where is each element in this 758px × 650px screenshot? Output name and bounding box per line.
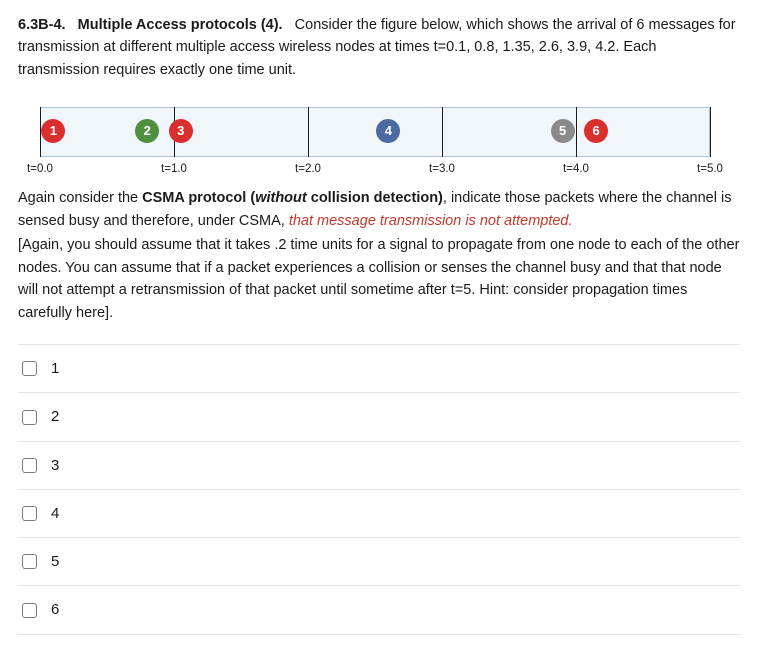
timeline-tick-label: t=5.0 [697,161,723,179]
option-label: 4 [51,502,59,525]
options-list: 1 2 3 4 5 6 [18,344,740,635]
checkbox[interactable] [22,506,37,521]
text-hint: [Again, you should assume that it takes … [18,237,739,320]
timeline-tick-label: t=1.0 [161,161,187,179]
arrival-marker-5: 5 [551,119,575,143]
text-bold: collision detection) [307,190,443,206]
timeline-tick-label: t=2.0 [295,161,321,179]
checkbox[interactable] [22,603,37,618]
arrival-marker-1: 1 [41,119,65,143]
prompt-paragraph: Again consider the CSMA protocol (withou… [18,187,740,324]
arrival-marker-6: 6 [584,119,608,143]
checkbox[interactable] [22,410,37,425]
timeline-tick-label: t=4.0 [563,161,589,179]
text: Again consider the [18,190,142,206]
option-label: 5 [51,550,59,573]
timeline-figure: t=0.0t=1.0t=2.0t=3.0t=4.0t=5.0123456 [22,107,722,157]
timeline-tick [710,107,711,157]
text-bold: CSMA protocol ( [142,190,255,206]
question-title: Multiple Access protocols (4). [78,17,283,33]
option-label: 3 [51,454,59,477]
option-label: 6 [51,598,59,621]
option-row[interactable]: 5 [18,538,740,586]
timeline-tick-label: t=3.0 [429,161,455,179]
question-header: 6.3B-4. Multiple Access protocols (4). C… [18,14,740,81]
question-number: 6.3B-4. [18,17,66,33]
checkbox[interactable] [22,361,37,376]
timeline-tick [442,107,443,157]
checkbox[interactable] [22,554,37,569]
text-red-italic: that message transmission is not attempt… [289,213,573,229]
option-row[interactable]: 6 [18,586,740,634]
arrival-marker-4: 4 [376,119,400,143]
option-row[interactable]: 2 [18,393,740,441]
option-label: 2 [51,405,59,428]
checkbox[interactable] [22,458,37,473]
option-row[interactable]: 1 [18,344,740,393]
option-label: 1 [51,357,59,380]
timeline-tick [308,107,309,157]
timeline-tick [576,107,577,157]
timeline-tick-label: t=0.0 [27,161,53,179]
text-bold-italic: without [255,190,307,206]
option-row[interactable]: 3 [18,442,740,490]
arrival-marker-3: 3 [169,119,193,143]
arrival-marker-2: 2 [135,119,159,143]
option-row[interactable]: 4 [18,490,740,538]
